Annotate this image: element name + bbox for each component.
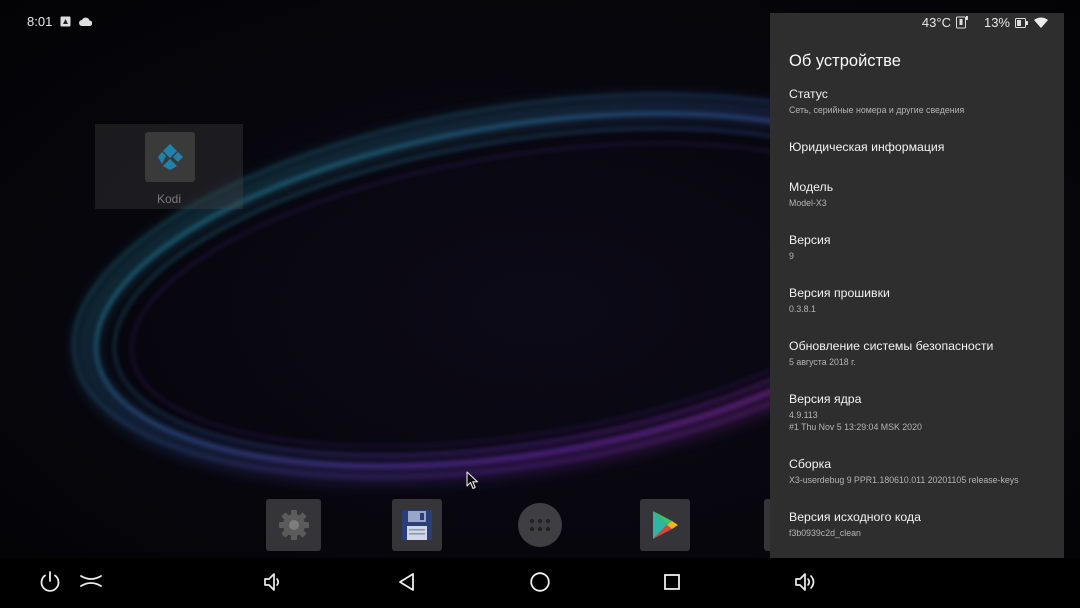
setting-title: Версия ядра xyxy=(789,392,862,406)
settings-gear-icon xyxy=(277,508,311,542)
thermometer-icon xyxy=(955,16,968,29)
mouse-cursor-icon xyxy=(466,471,479,495)
panel-title: Об устройстве xyxy=(789,52,901,70)
status-bar-left: 8:01 xyxy=(27,14,93,29)
play-store-shortcut[interactable] xyxy=(640,499,690,551)
volume-up-icon xyxy=(793,571,817,593)
recents-button[interactable] xyxy=(656,566,688,598)
temperature-readout: 43°C xyxy=(921,15,951,30)
play-store-icon xyxy=(650,509,680,541)
setting-firmware-version[interactable]: Версия прошивки 0.3.8.1 xyxy=(789,285,1057,315)
about-device-panel: 43°C 13% Об устройстве Статус Сеть, сери… xyxy=(770,13,1064,558)
power-icon xyxy=(38,570,62,594)
setting-title: Версия исходного кода xyxy=(789,510,921,524)
setting-kernel-version[interactable]: Версия ядра 4.9.113 #1 Thu Nov 5 13:29:0… xyxy=(789,391,1057,433)
battery-readout: 13% xyxy=(983,15,1010,30)
setting-title: Статус xyxy=(789,87,828,101)
setting-title: Версия прошивки xyxy=(789,286,890,300)
volume-up-button[interactable] xyxy=(789,566,821,598)
collapse-button[interactable] xyxy=(75,566,107,598)
all-apps-icon xyxy=(529,518,551,532)
setting-title: Версия xyxy=(789,233,831,247)
setting-title: Модель xyxy=(789,180,834,194)
home-icon xyxy=(529,571,551,593)
setting-legal-info[interactable]: Юридическая информация xyxy=(789,139,1057,155)
kodi-shortcut[interactable]: Kodi xyxy=(95,124,243,209)
setting-subtitle: 5 августа 2018 г. xyxy=(789,357,856,367)
file-manager-shortcut[interactable] xyxy=(392,499,442,551)
setting-source-version[interactable]: Версия исходного кода f3b0939c2d_clean xyxy=(789,509,1057,539)
volume-down-button[interactable] xyxy=(257,566,289,598)
android-notification-icon xyxy=(60,16,71,27)
back-icon xyxy=(397,572,417,592)
setting-subtitle: 4.9.113 xyxy=(789,410,818,420)
setting-subtitle: 9 xyxy=(789,251,794,261)
setting-subtitle: f3b0939c2d_clean xyxy=(789,528,861,538)
clock: 8:01 xyxy=(27,14,53,29)
battery-icon xyxy=(1015,17,1029,29)
setting-subtitle: Сеть, серийные номера и другие сведения xyxy=(789,105,965,115)
setting-model[interactable]: Модель Model-X3 xyxy=(789,179,1057,209)
back-button[interactable] xyxy=(391,566,423,598)
setting-security-update[interactable]: Обновление системы безопасности 5 август… xyxy=(789,338,1057,368)
setting-build-number[interactable]: Сборка X3-userdebug 9 PPR1.180610.011 20… xyxy=(789,456,1057,486)
floppy-save-icon xyxy=(400,508,434,542)
setting-status[interactable]: Статус Сеть, серийные номера и другие св… xyxy=(789,86,1057,116)
kodi-icon xyxy=(145,132,195,182)
setting-subtitle: 0.3.8.1 xyxy=(789,304,816,314)
setting-android-version[interactable]: Версия 9 xyxy=(789,232,1057,262)
status-bar-right: 43°C 13% xyxy=(922,15,1048,30)
setting-title: Обновление системы безопасности xyxy=(789,339,994,353)
navigation-bar xyxy=(0,558,1080,608)
setting-subtitle-line2: #1 Thu Nov 5 13:29:04 MSK 2020 xyxy=(789,422,922,432)
recents-icon xyxy=(662,572,682,592)
setting-title: Юридическая информация xyxy=(789,140,945,154)
home-button[interactable] xyxy=(524,566,556,598)
volume-down-icon xyxy=(262,571,284,593)
wifi-icon xyxy=(1034,17,1048,28)
kodi-label: Kodi xyxy=(156,192,182,206)
setting-subtitle: Model-X3 xyxy=(789,198,827,208)
all-apps-button[interactable] xyxy=(518,503,562,547)
settings-shortcut[interactable] xyxy=(266,499,321,551)
power-button[interactable] xyxy=(34,566,66,598)
setting-title: Сборка xyxy=(789,457,832,471)
cloud-icon xyxy=(79,17,93,26)
collapse-icon xyxy=(79,573,103,591)
setting-subtitle: X3-userdebug 9 PPR1.180610.011 20201105 … xyxy=(789,475,1019,485)
